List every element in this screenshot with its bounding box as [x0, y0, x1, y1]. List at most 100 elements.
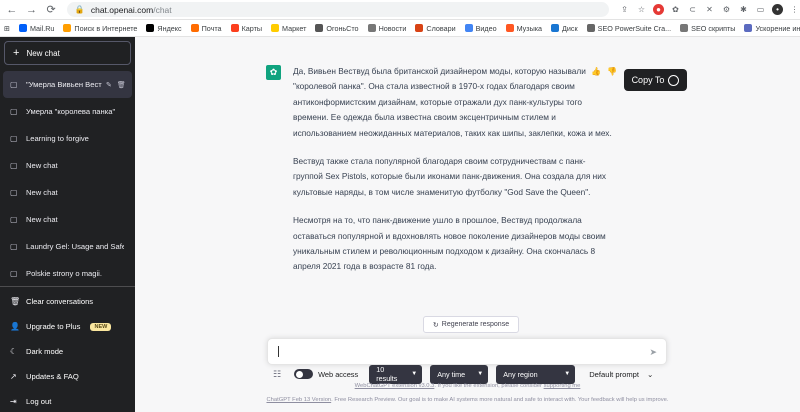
- bookmark-item[interactable]: Яндекс: [146, 24, 182, 33]
- cc-extension-icon[interactable]: ⊂: [687, 4, 698, 15]
- chatgpt-version-link[interactable]: ChatGPT Feb 13 Version: [266, 397, 331, 403]
- updates-faq-link[interactable]: ↗ Updates & FAQ: [0, 364, 135, 389]
- cross-extension-icon[interactable]: ✕: [704, 4, 715, 15]
- dark-mode-button[interactable]: ☾ Dark mode: [0, 339, 135, 364]
- bookmark-label: Видео: [475, 23, 497, 33]
- extension-version-link[interactable]: WebChatGPT extension v3.0.3: [355, 383, 435, 389]
- chat-history-item[interactable]: ▢ Laundry Gel: Usage and Safety: [0, 233, 135, 260]
- chatgpt-logo-icon: ✿: [266, 65, 281, 80]
- bookmark-item[interactable]: Карты: [230, 24, 262, 33]
- new-badge: NEW: [90, 322, 112, 331]
- reload-icon[interactable]: ⟳: [43, 2, 59, 18]
- bookmark-item[interactable]: Диск: [551, 24, 578, 33]
- main-chat-area: ✿ Да, Вивьен Вествуд была британской диз…: [135, 37, 800, 412]
- bookmark-label: Диск: [562, 23, 578, 33]
- bookmark-label: ОгоньСто: [326, 23, 359, 33]
- message-paragraph: Несмотря на то, что панк-движение ушло в…: [293, 215, 606, 272]
- bookmark-item[interactable]: Музыка: [505, 24, 542, 33]
- delete-trash-icon[interactable]: 🗑: [117, 81, 126, 89]
- bookmarks-bar: ⊞ Mail.Ru Поиск в Интернете Яндекс Почта Карт…: [0, 20, 800, 37]
- extension-footer: WebChatGPT extension v3.0.3. If you like…: [135, 383, 800, 389]
- bookmark-item[interactable]: SEO скрипты: [680, 24, 735, 33]
- external-link-icon: ↗: [10, 372, 17, 381]
- extensions-area: ⇪ ☆ ● ✿ ⊂ ✕ ⚙ ✱ ▭ • ⋮: [619, 4, 800, 15]
- chatgpt-small-icon: [668, 74, 680, 86]
- bookmark-favicon-icon: [586, 24, 595, 32]
- bookmark-label: SEO PowerSuite Cra...: [597, 23, 672, 33]
- profile-avatar-icon[interactable]: •: [772, 4, 783, 15]
- sliders-icon[interactable]: ☷: [273, 369, 281, 380]
- adblock-extension-icon[interactable]: ●: [653, 4, 664, 15]
- bookmark-label: Mail.Ru: [30, 23, 55, 33]
- bookmark-item[interactable]: Маркет: [271, 24, 306, 33]
- new-chat-button[interactable]: + New chat: [4, 41, 131, 65]
- bookmark-item[interactable]: Mail.Ru: [19, 24, 54, 33]
- address-bar[interactable]: 🔒 chat.openai.com/chat: [66, 2, 609, 17]
- logout-button[interactable]: ⇥ Log out: [0, 389, 135, 412]
- bookmark-favicon-icon: [415, 24, 424, 32]
- chat-history-item[interactable]: ▢ "Умерла Вивьен Вествуд" ✎ 🗑: [3, 71, 132, 98]
- bookmark-item[interactable]: Видео: [464, 23, 497, 33]
- chat-bubble-icon: ▢: [10, 269, 18, 278]
- moon-icon: ☾: [10, 347, 18, 356]
- bookmark-item[interactable]: ОгоньСто: [315, 23, 359, 33]
- bookmark-item[interactable]: Новости: [367, 24, 406, 33]
- bookmark-favicon-icon: [744, 24, 753, 32]
- sidepanel-icon[interactable]: ▭: [755, 4, 766, 15]
- bookmark-favicon-icon: [367, 24, 376, 32]
- dark-mode-label: Dark mode: [26, 347, 64, 356]
- chat-bubble-icon: ▢: [10, 161, 18, 170]
- puzzle-extensions-icon[interactable]: ✱: [738, 4, 749, 15]
- trash-icon: 🗑: [10, 297, 21, 306]
- edit-pencil-icon[interactable]: ✎: [106, 81, 112, 89]
- bookmark-favicon-icon: [19, 24, 28, 32]
- chat-history-item[interactable]: ▢ Умерла "королева панка": [0, 98, 135, 125]
- gear-extension-icon[interactable]: ⚙: [721, 4, 732, 15]
- upgrade-plus-button[interactable]: 👤 Upgrade to Plus NEW: [0, 314, 135, 339]
- bookmark-item[interactable]: Словари: [415, 24, 456, 33]
- results-select[interactable]: 10 results ▼: [369, 364, 423, 384]
- chat-history-item[interactable]: ▢ Learning to forgive: [0, 125, 135, 152]
- chat-history-item[interactable]: ▢ Polskie strony o magii.: [0, 260, 135, 287]
- message-paragraph: Да, Вивьен Вествуд была британской дизай…: [293, 66, 612, 138]
- message-paragraph: Вествуд также стала популярной благодаря…: [293, 156, 607, 197]
- thumbs-down-icon[interactable]: 👎: [607, 67, 617, 76]
- web-access-toggle[interactable]: [294, 369, 314, 379]
- chevron-down-icon: ▼: [564, 371, 571, 377]
- bookmark-star-icon[interactable]: ☆: [636, 4, 647, 15]
- openai-extension-icon[interactable]: ✿: [670, 4, 681, 15]
- time-select[interactable]: Any time ▼: [430, 364, 489, 384]
- back-icon[interactable]: ←: [4, 2, 20, 18]
- feedback-buttons: 👍 👎: [591, 67, 617, 76]
- bookmark-item[interactable]: Поиск в Интернете: [63, 24, 137, 33]
- bookmark-item[interactable]: SEO PowerSuite Cra...: [586, 23, 672, 33]
- regenerate-response-button[interactable]: ↻ Regenerate response: [423, 316, 519, 333]
- chat-history-list: ▢ "Умерла Вивьен Вествуд" ✎ 🗑 ▢ Умерла "корол…: [0, 71, 135, 287]
- clear-conversations-button[interactable]: 🗑 Clear conversations: [0, 289, 135, 314]
- copy-to-button[interactable]: Copy To: [624, 69, 687, 91]
- menu-kebab-icon[interactable]: ⋮: [789, 4, 800, 15]
- chat-history-item[interactable]: ▢ New chat: [0, 179, 135, 206]
- chevron-down-icon: ▼: [411, 371, 418, 377]
- bookmark-favicon-icon: [230, 24, 239, 32]
- send-icon[interactable]: ➤: [649, 347, 657, 358]
- lock-icon: 🔒: [74, 5, 85, 14]
- chat-history-item[interactable]: ▢ New chat: [0, 206, 135, 233]
- webchatgpt-controls: ☷ Web access 10 results ▼ Any time ▼ Any…: [273, 363, 653, 385]
- share-icon[interactable]: ⇪: [619, 4, 630, 15]
- web-access-label: Web access: [318, 369, 359, 379]
- new-chat-label: New chat: [26, 48, 60, 58]
- prompt-select[interactable]: Default prompt ⌄: [589, 370, 653, 379]
- apps-grid-icon[interactable]: ⊞: [4, 24, 10, 33]
- bookmark-favicon-icon: [464, 24, 473, 32]
- support-link[interactable]: supporting me: [544, 383, 581, 389]
- bookmark-label: Маркет: [282, 23, 307, 33]
- bookmark-favicon-icon: [315, 24, 324, 32]
- bookmark-item[interactable]: Ускорение индекс...: [744, 24, 800, 33]
- forward-icon[interactable]: →: [24, 2, 40, 18]
- bookmark-item[interactable]: Почта: [190, 24, 222, 33]
- thumbs-up-icon[interactable]: 👍: [591, 67, 601, 76]
- chat-history-item[interactable]: ▢ New chat: [0, 152, 135, 179]
- region-select[interactable]: Any region ▼: [496, 364, 576, 384]
- prompt-input[interactable]: [278, 346, 638, 357]
